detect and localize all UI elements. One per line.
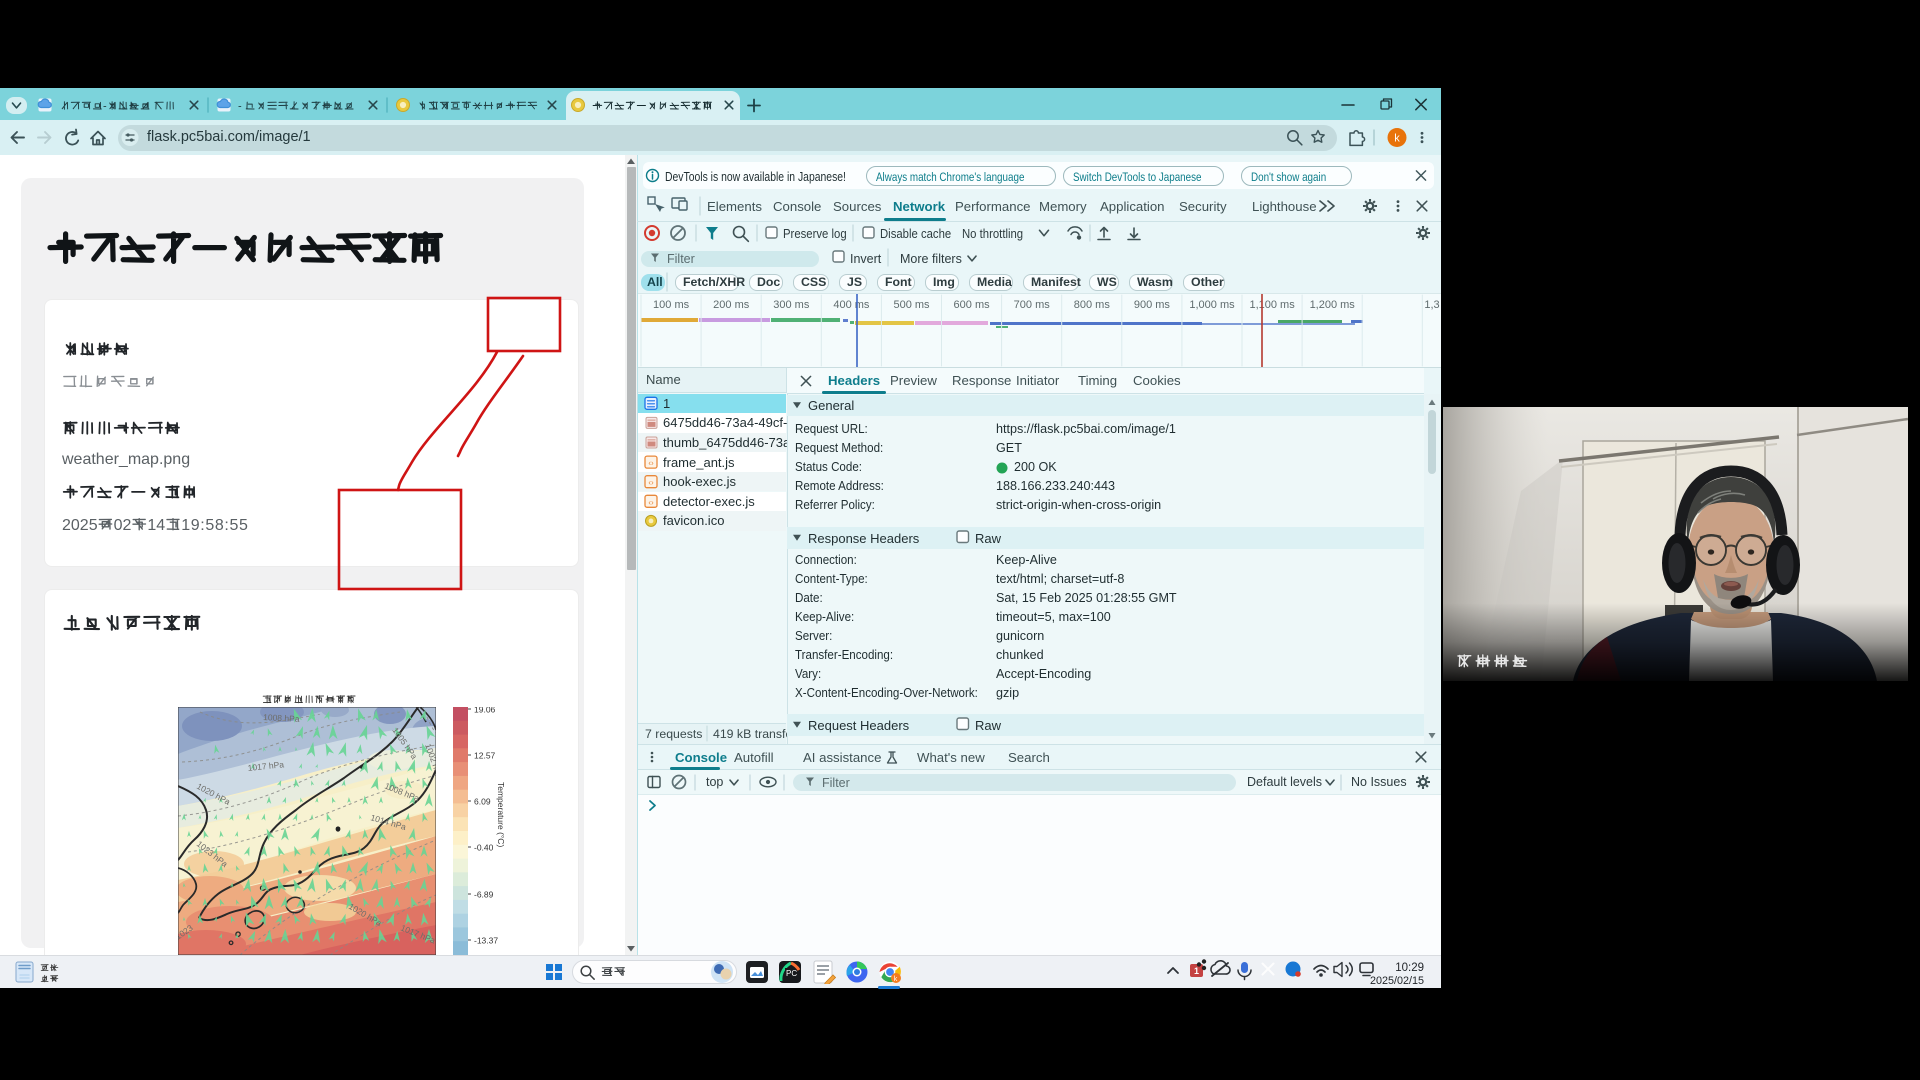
svg-text:Temperature (°C): Temperature (°C) [496,782,506,847]
svg-text:12.57: 12.57 [474,751,496,761]
svg-text:-13.37: -13.37 [474,936,498,946]
svg-text:19.06: 19.06 [474,707,496,715]
svg-text:1008 hPa: 1008 hPa [263,712,300,724]
